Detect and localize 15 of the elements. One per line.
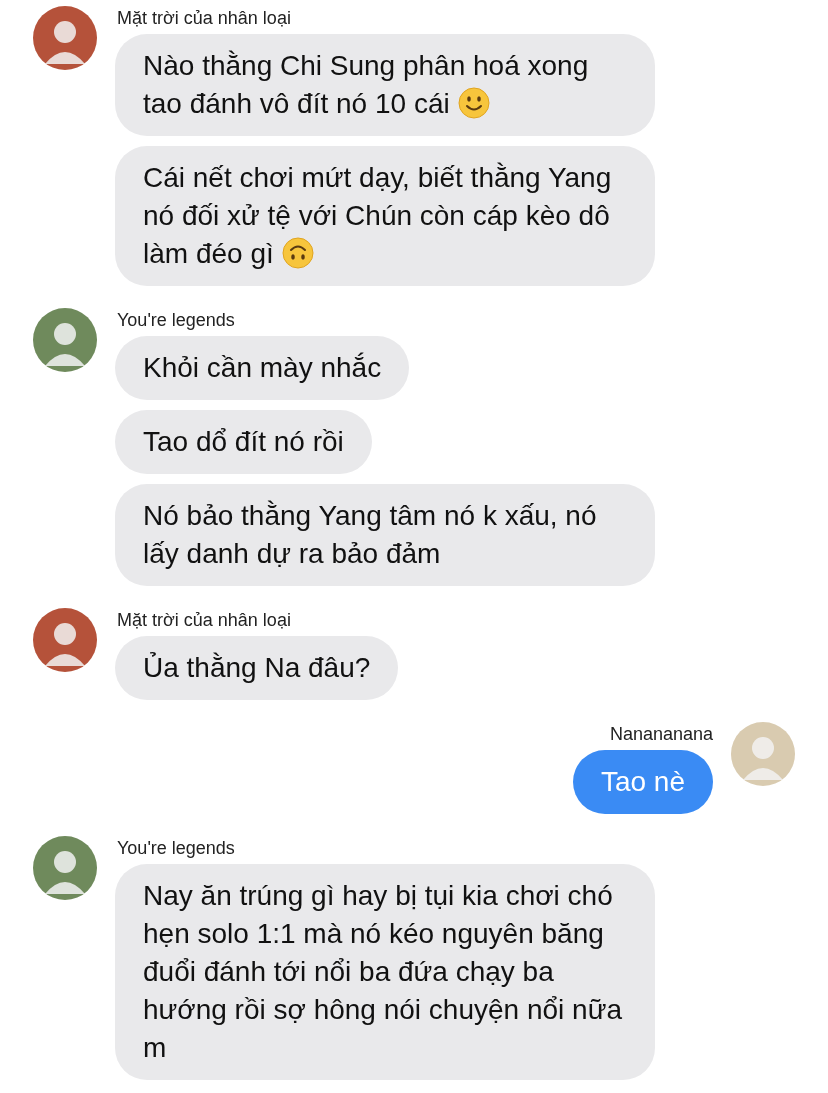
message-bubble: Nào thằng Chi Sung phân hoá xong tao đánh vô đít nó 10 cái xyxy=(115,34,655,136)
message-bubble: Ủa thằng Na đâu? xyxy=(115,636,399,700)
message-bubble: Tao dổ đít nó rồi xyxy=(115,410,372,474)
message-bubble: Nó bảo thằng Yang tâm nó k xấu, nó lấy danh dự ra bảo đảm xyxy=(115,484,655,586)
smiling-face-icon xyxy=(457,87,490,119)
sender-name: Mặt trời của nhân loại xyxy=(117,609,291,632)
sender-name: Mặt trời của nhân loại xyxy=(117,7,291,30)
sender-name: You're legends xyxy=(117,837,235,860)
sender-name: Nanananana xyxy=(609,723,713,746)
message-bubble: Tao nè xyxy=(572,750,713,814)
message-bubble: Khỏi cần mày nhắc xyxy=(115,336,410,400)
sender-name: You're legends xyxy=(117,309,235,332)
message-bubble: Nay ăn trúng gì hay bị tụi kia chơi chó hẹn solo 1:1 mà nó kéo nguyên băng đuổi đánh tới nổi ba đứa chạy ba hướng rồi sợ hông nói chuyện nổi nữa m xyxy=(115,864,655,1080)
upside-down-face-icon xyxy=(281,237,314,269)
message-bubble: Cái nết chơi mứt dạy, biết thằng Yang nó đối xử tệ với Chún còn cáp kèo dô làm đéo gì xyxy=(115,146,655,286)
